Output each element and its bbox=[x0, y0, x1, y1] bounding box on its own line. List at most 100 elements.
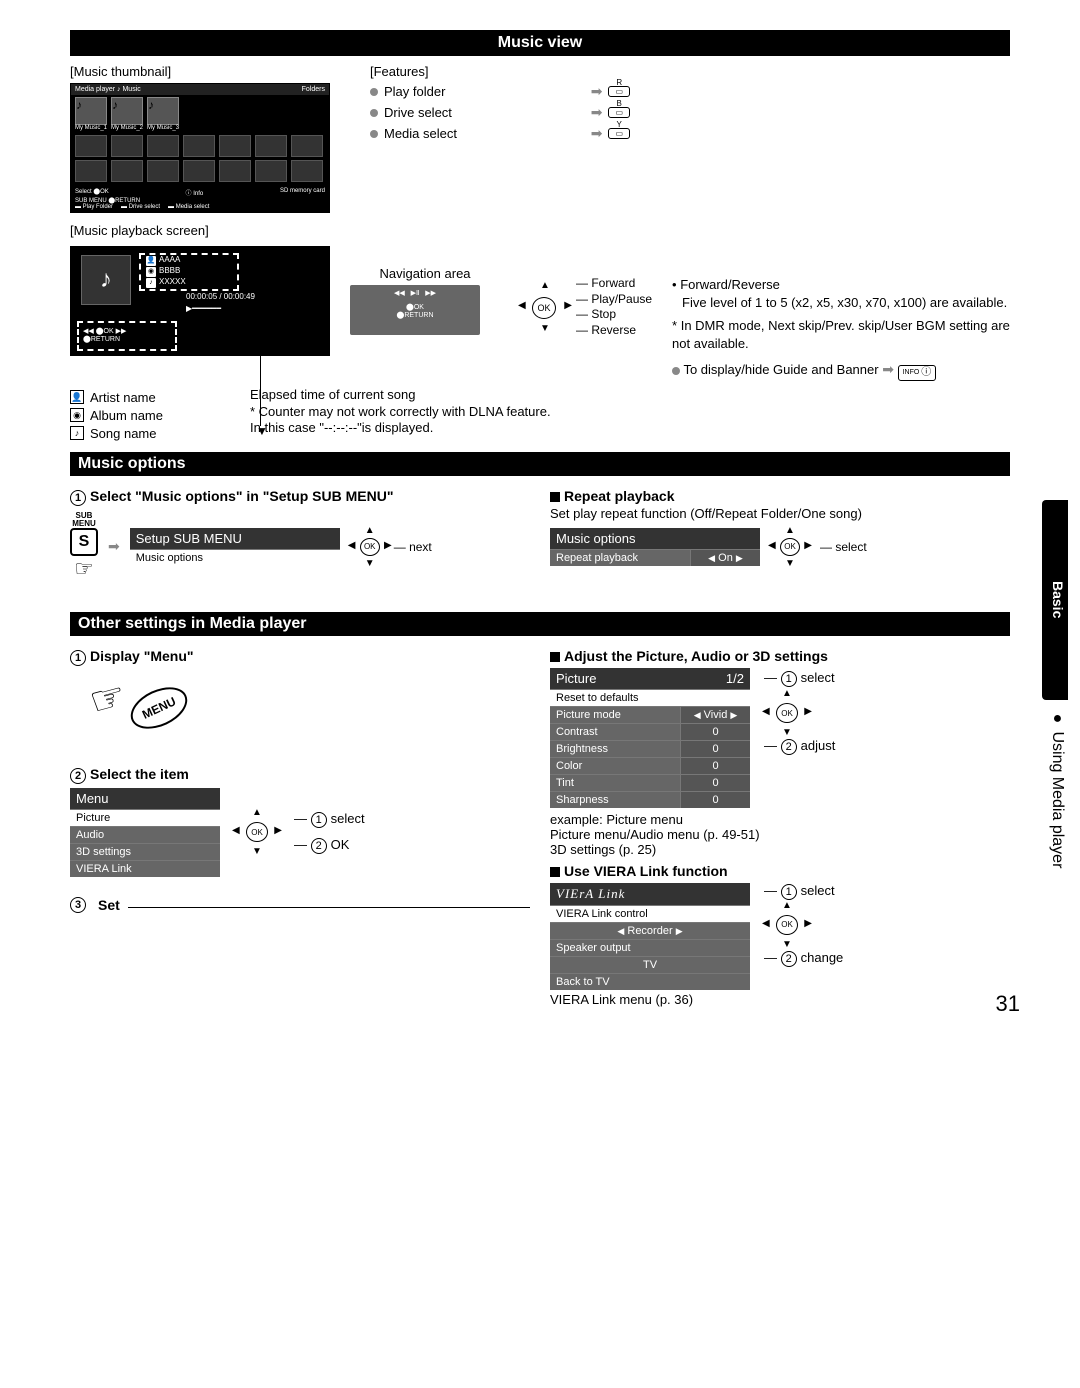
dpad-up-icon[interactable]: ▲ bbox=[782, 900, 792, 911]
menu-button[interactable]: MENU bbox=[124, 679, 194, 737]
picture-mode-value[interactable]: Vivid bbox=[704, 709, 728, 721]
dpad-left-icon[interactable]: ◀ bbox=[518, 300, 526, 311]
example-text: example: Picture menu bbox=[550, 812, 1010, 827]
color-value[interactable]: 0 bbox=[680, 758, 750, 774]
menu-panel: Menu Picture Audio 3D settings VIERA Lin… bbox=[70, 788, 220, 877]
music-options-item[interactable]: Music options bbox=[130, 550, 340, 566]
dpad-small[interactable]: ▲ ▼ ◀ ▶ OK bbox=[764, 902, 810, 948]
s-button[interactable]: S bbox=[70, 528, 98, 556]
dpad-small[interactable]: ▲ ▼ ◀ ▶ OK bbox=[764, 690, 810, 736]
page-number: 31 bbox=[996, 991, 1020, 1017]
dpad-small[interactable]: ▲ ▼ ◀ ▶ OK bbox=[350, 527, 390, 567]
select-item-step: Select the item bbox=[90, 766, 189, 782]
bullet-icon bbox=[672, 367, 680, 375]
contrast-value[interactable]: 0 bbox=[680, 724, 750, 740]
menu-item-viera[interactable]: VIERA Link bbox=[70, 861, 220, 877]
ok-button[interactable]: OK bbox=[776, 915, 798, 935]
dpad-left-icon[interactable]: ◀ bbox=[768, 540, 776, 551]
info-button[interactable]: INFO ⓘ bbox=[898, 365, 937, 381]
repeat-value[interactable]: On bbox=[718, 552, 733, 564]
guide-note: To display/hide Guide and Banner bbox=[683, 362, 878, 377]
dpad-right-icon[interactable]: ▶ bbox=[274, 825, 282, 836]
music-playback-screen: ♪ 👤AAAA ◉BBBB ♪XXXXX 00:00:05 / 00:00:49… bbox=[70, 246, 330, 356]
yellow-button[interactable]: Y▭ bbox=[608, 128, 630, 139]
step-1-badge: 1 bbox=[70, 650, 86, 666]
dpad-up-icon[interactable]: ▲ bbox=[252, 807, 262, 818]
viera-heading: Use VIERA Link function bbox=[564, 863, 728, 879]
menu-item-picture[interactable]: Picture bbox=[70, 810, 220, 826]
time-display: 00:00:05 / 00:00:49 bbox=[186, 292, 255, 302]
speaker-output-label: Speaker output bbox=[550, 940, 750, 956]
contrast-label: Contrast bbox=[550, 724, 680, 740]
dpad-right-icon[interactable]: ▶ bbox=[804, 540, 812, 551]
ok-button[interactable]: OK bbox=[780, 538, 800, 556]
setup-submenu-panel: Setup SUB MENU Music options bbox=[130, 528, 340, 566]
tint-value[interactable]: 0 bbox=[680, 775, 750, 791]
dpad-small[interactable]: ▲ ▼ ◀ ▶ OK bbox=[234, 809, 280, 855]
dpad-left-icon[interactable]: ◀ bbox=[232, 825, 240, 836]
dpad[interactable]: ▲ ▼ ◀ ▶ OK bbox=[520, 282, 570, 332]
red-button[interactable]: R▭ bbox=[608, 86, 630, 97]
dpad-down-icon[interactable]: ▼ bbox=[782, 939, 792, 950]
panel-title: Setup SUB MENU bbox=[136, 531, 242, 546]
dpad-right-icon[interactable]: ▶ bbox=[384, 540, 392, 551]
artist-icon: 👤 bbox=[70, 390, 84, 404]
viera-change-label: change bbox=[801, 950, 844, 965]
dpad-small[interactable]: ▲ ▼ ◀ ▶ OK bbox=[770, 527, 810, 567]
sharpness-value[interactable]: 0 bbox=[680, 792, 750, 808]
picture-menu-panel: Picture1/2 Reset to defaults Picture mod… bbox=[550, 668, 750, 808]
dpad-stop-label: Stop bbox=[591, 307, 616, 321]
folder1-label: My Music_1 bbox=[75, 125, 107, 131]
dpad-down-icon[interactable]: ▼ bbox=[782, 727, 792, 738]
adjust-heading: Adjust the Picture, Audio or 3D settings bbox=[564, 648, 828, 664]
dpad-down-icon[interactable]: ▼ bbox=[540, 323, 550, 334]
dpad-up-icon[interactable]: ▲ bbox=[540, 280, 550, 291]
brightness-label: Brightness bbox=[550, 741, 680, 757]
reset-defaults[interactable]: Reset to defaults bbox=[550, 690, 750, 706]
blue-button[interactable]: B▭ bbox=[608, 107, 630, 118]
menu-item-3d[interactable]: 3D settings bbox=[70, 844, 220, 860]
dpad-left-icon[interactable]: ◀ bbox=[762, 918, 770, 929]
pic-ref2: 3D settings (p. 25) bbox=[550, 842, 1010, 857]
pb-ok: OK bbox=[104, 328, 114, 335]
dpad-right-icon[interactable]: ▶ bbox=[564, 300, 572, 311]
thumb-mediaselect: Media select bbox=[176, 204, 210, 210]
music-options-header: Music options bbox=[70, 452, 1010, 476]
ok-button[interactable]: OK bbox=[776, 703, 798, 723]
dpad-down-icon[interactable]: ▼ bbox=[252, 846, 262, 857]
sub-1-badge: 1 bbox=[781, 671, 797, 687]
back-to-tv[interactable]: Back to TV bbox=[550, 974, 750, 990]
pic-ref1: Picture menu/Audio menu (p. 49-51) bbox=[550, 827, 1010, 842]
repeat-body: Set play repeat function (Off/Repeat Fol… bbox=[550, 506, 1010, 521]
menu-label: MENU bbox=[70, 520, 98, 528]
bullet-icon bbox=[370, 88, 378, 96]
ok-label: OK bbox=[331, 837, 350, 852]
ok-button[interactable]: OK bbox=[360, 538, 380, 556]
sub-1-badge: 1 bbox=[311, 812, 327, 828]
dpad-up-icon[interactable]: ▲ bbox=[785, 525, 795, 536]
sub-1-badge: 1 bbox=[781, 884, 797, 900]
bullet-icon bbox=[370, 130, 378, 138]
dpad-left-icon[interactable]: ◀ bbox=[348, 540, 356, 551]
square-bullet-icon bbox=[550, 492, 560, 502]
nav-area-label: Navigation area bbox=[350, 266, 500, 281]
navigation-area: ◀◀ ▶Ⅱ ▶▶ ⬤OK ⬤RETURN bbox=[350, 285, 480, 335]
menu-item-audio[interactable]: Audio bbox=[70, 827, 220, 843]
dpad-left-icon[interactable]: ◀ bbox=[762, 706, 770, 717]
pointer-arrow: ▼ bbox=[256, 424, 268, 438]
speaker-output-value[interactable]: TV bbox=[550, 957, 750, 973]
viera-control-value[interactable]: Recorder bbox=[627, 925, 672, 937]
dpad-up-icon[interactable]: ▲ bbox=[782, 688, 792, 699]
dpad-right-icon[interactable]: ▶ bbox=[804, 918, 812, 929]
dpad-right-icon[interactable]: ▶ bbox=[804, 706, 812, 717]
dpad-down-icon[interactable]: ▼ bbox=[365, 558, 375, 569]
ok-button[interactable]: OK bbox=[246, 822, 268, 842]
ok-button[interactable]: OK bbox=[532, 297, 556, 319]
viera-link-panel: VIErA Link VIERA Link control ◀ Recorder… bbox=[550, 883, 750, 990]
dpad-up-icon[interactable]: ▲ bbox=[365, 525, 375, 536]
arrow-icon: ➡ bbox=[108, 538, 120, 555]
song-icon: ♪ bbox=[70, 426, 84, 440]
dpad-down-icon[interactable]: ▼ bbox=[785, 558, 795, 569]
brightness-value[interactable]: 0 bbox=[680, 741, 750, 757]
arrow-icon: ➡ bbox=[591, 83, 603, 100]
